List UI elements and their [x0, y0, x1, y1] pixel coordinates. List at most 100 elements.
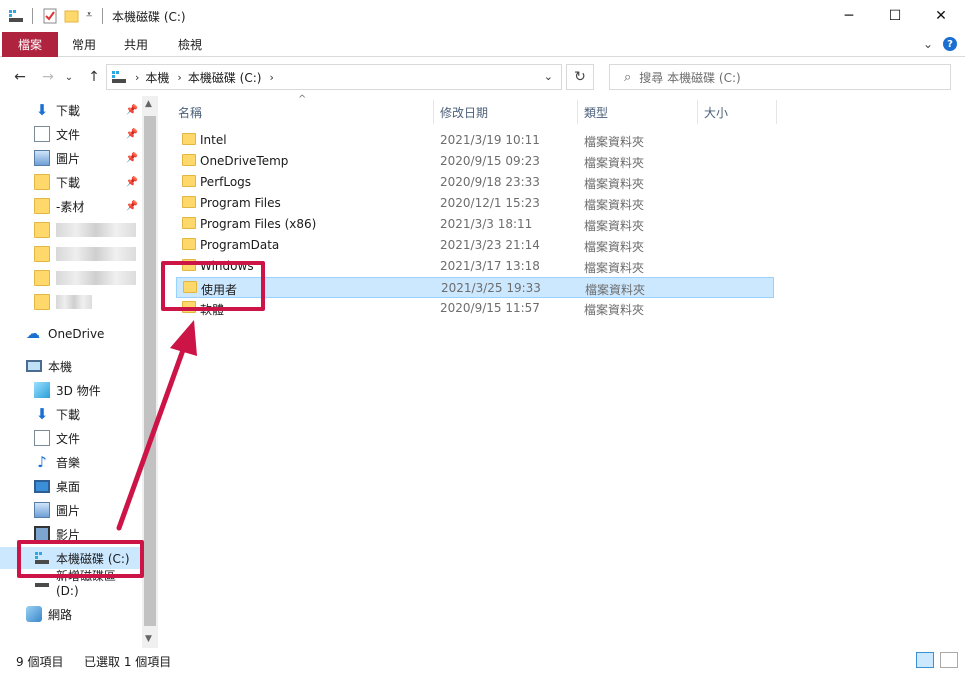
new-folder-icon[interactable] [64, 8, 80, 24]
column-header-size[interactable]: 大小 [704, 100, 728, 124]
desktop-icon [34, 479, 50, 493]
help-icon[interactable]: ? [943, 37, 957, 51]
recent-locations-button[interactable]: ⌄ [62, 68, 76, 86]
table-row[interactable]: PerfLogs 2020/9/18 23:33 檔案資料夾 [176, 172, 774, 193]
column-separator[interactable] [697, 100, 698, 124]
column-separator[interactable] [433, 100, 434, 124]
properties-icon[interactable] [42, 8, 58, 24]
file-date: 2021/3/23 21:14 [440, 238, 540, 252]
chevron-right-icon[interactable]: › [135, 71, 139, 84]
status-bar: 9 個項目 已選取 1 個項目 [0, 648, 965, 674]
sidebar-item-music[interactable]: ♪ 音樂 [34, 451, 142, 473]
maximize-button[interactable]: ☐ [872, 0, 918, 32]
scroll-down-icon[interactable]: ▼ [145, 634, 152, 644]
forward-button[interactable]: → [38, 68, 58, 86]
pin-icon[interactable]: 📌 [126, 153, 138, 164]
minimize-button[interactable]: ─ [826, 0, 872, 32]
sidebar-item-blurred[interactable] [34, 267, 142, 289]
expand-ribbon-icon[interactable]: ⌄ [923, 37, 933, 51]
sidebar-item-documents-pc[interactable]: 文件 [34, 427, 142, 449]
chevron-right-icon[interactable]: › [269, 71, 273, 84]
details-view-icon[interactable] [916, 652, 934, 668]
table-row[interactable]: ProgramData 2021/3/23 21:14 檔案資料夾 [176, 235, 774, 256]
breadcrumb-this-pc[interactable]: 本機 [145, 69, 169, 86]
sort-indicator-icon: ^ [298, 94, 307, 105]
sidebar-item-label: 桌面 [56, 479, 81, 494]
sidebar-item-downloads-pc[interactable]: ⬇ 下載 [34, 403, 142, 425]
refresh-button[interactable]: ↻ [566, 64, 594, 90]
customize-quick-access-icon[interactable]: ⩡ [86, 8, 92, 22]
ribbon-tabs: 檔案 常用 共用 檢視 ⌄ ? [0, 32, 965, 57]
search-placeholder: 搜尋 本機磁碟 (C:) [639, 70, 741, 85]
window-title: 本機磁碟 (C:) [112, 10, 186, 24]
pin-icon[interactable]: 📌 [126, 201, 138, 212]
table-row[interactable]: Program Files 2020/12/1 15:23 檔案資料夾 [176, 193, 774, 214]
large-icons-view-icon[interactable] [940, 652, 958, 668]
sidebar-item-desktop[interactable]: 桌面 [34, 475, 142, 497]
column-header-date[interactable]: 修改日期 [440, 100, 488, 124]
address-bar[interactable]: › 本機 › 本機磁碟 (C:) › ⌄ [106, 64, 562, 90]
tab-home[interactable]: 常用 [64, 32, 104, 57]
table-row[interactable]: 使用者 2021/3/25 19:33 檔案資料夾 [176, 277, 774, 298]
scrollbar-thumb[interactable] [144, 116, 156, 626]
table-row[interactable]: 軟體 2020/9/15 11:57 檔案資料夾 [176, 298, 774, 319]
sidebar-item-blurred[interactable] [34, 219, 142, 241]
sidebar-item-label: 圖片 [56, 503, 81, 518]
drive-icon[interactable] [8, 8, 24, 24]
pin-icon[interactable]: 📌 [126, 177, 138, 188]
file-type: 檔案資料夾 [585, 283, 646, 297]
pin-icon[interactable]: 📌 [126, 129, 138, 140]
close-button[interactable]: ✕ [918, 0, 964, 32]
column-separator[interactable] [776, 100, 777, 124]
folder-icon [34, 174, 50, 190]
sidebar-item-materials[interactable]: -素材 📌 [34, 195, 142, 217]
search-input[interactable]: ⌕ 搜尋 本機磁碟 (C:) [609, 64, 951, 90]
sidebar-item-network[interactable]: 網路 [26, 603, 142, 625]
cube-icon [34, 382, 50, 398]
file-name: PerfLogs [200, 175, 252, 189]
file-date: 2021/3/25 19:33 [441, 281, 541, 295]
sidebar-item-downloads[interactable]: ⬇ 下載 📌 [34, 99, 142, 121]
breadcrumb-c-drive[interactable]: 本機磁碟 (C:) [188, 69, 262, 86]
file-type: 檔案資料夾 [584, 135, 645, 149]
pin-icon[interactable]: 📌 [126, 105, 138, 116]
table-row[interactable]: OneDriveTemp 2020/9/15 09:23 檔案資料夾 [176, 151, 774, 172]
sidebar-item-this-pc[interactable]: 本機 [26, 355, 142, 377]
item-count: 9 個項目 [16, 655, 64, 669]
sidebar-item-3d-objects[interactable]: 3D 物件 [34, 379, 142, 401]
table-row[interactable]: Windows 2021/3/17 13:18 檔案資料夾 [176, 256, 774, 277]
tab-file[interactable]: 檔案 [2, 32, 58, 57]
picture-icon [34, 150, 50, 166]
column-header-type[interactable]: 類型 [584, 100, 608, 124]
table-row[interactable]: Intel 2021/3/19 10:11 檔案資料夾 [176, 130, 774, 151]
sidebar-item-blurred[interactable] [34, 243, 142, 265]
chevron-down-icon[interactable]: ⌄ [544, 70, 553, 83]
tab-share[interactable]: 共用 [116, 32, 156, 57]
sidebar-item-blurred[interactable] [34, 291, 142, 313]
table-row[interactable]: Program Files (x86) 2021/3/3 18:11 檔案資料夾 [176, 214, 774, 235]
scroll-up-icon[interactable]: ▲ [145, 99, 152, 109]
titlebar-separator [102, 8, 103, 24]
column-header-name[interactable]: 名稱 [178, 100, 202, 124]
sidebar-item-download-folder[interactable]: 下載 📌 [34, 171, 142, 193]
sidebar-item-label: 文件 [56, 431, 81, 446]
tab-view[interactable]: 檢視 [170, 32, 210, 57]
up-button[interactable]: ↑ [84, 68, 104, 86]
sidebar-item-label: 下載 [56, 175, 81, 190]
sidebar-scrollbar[interactable]: ▲ ▼ [142, 96, 158, 648]
back-button[interactable]: ← [10, 68, 30, 86]
folder-icon [34, 294, 50, 310]
sidebar-item-pictures-pc[interactable]: 圖片 [34, 499, 142, 521]
blurred-label [56, 271, 136, 285]
file-name: Intel [200, 133, 227, 147]
sidebar-item-pictures[interactable]: 圖片 📌 [34, 147, 142, 169]
sidebar-item-onedrive[interactable]: ☁ OneDrive [26, 323, 142, 345]
folder-icon [34, 222, 50, 238]
folder-icon [182, 154, 196, 166]
chevron-right-icon[interactable]: › [177, 71, 181, 84]
highlight-box-users-folder [161, 261, 265, 311]
column-separator[interactable] [577, 100, 578, 124]
sidebar-item-documents[interactable]: 文件 📌 [34, 123, 142, 145]
file-type: 檔案資料夾 [584, 198, 645, 212]
document-icon [34, 430, 50, 446]
